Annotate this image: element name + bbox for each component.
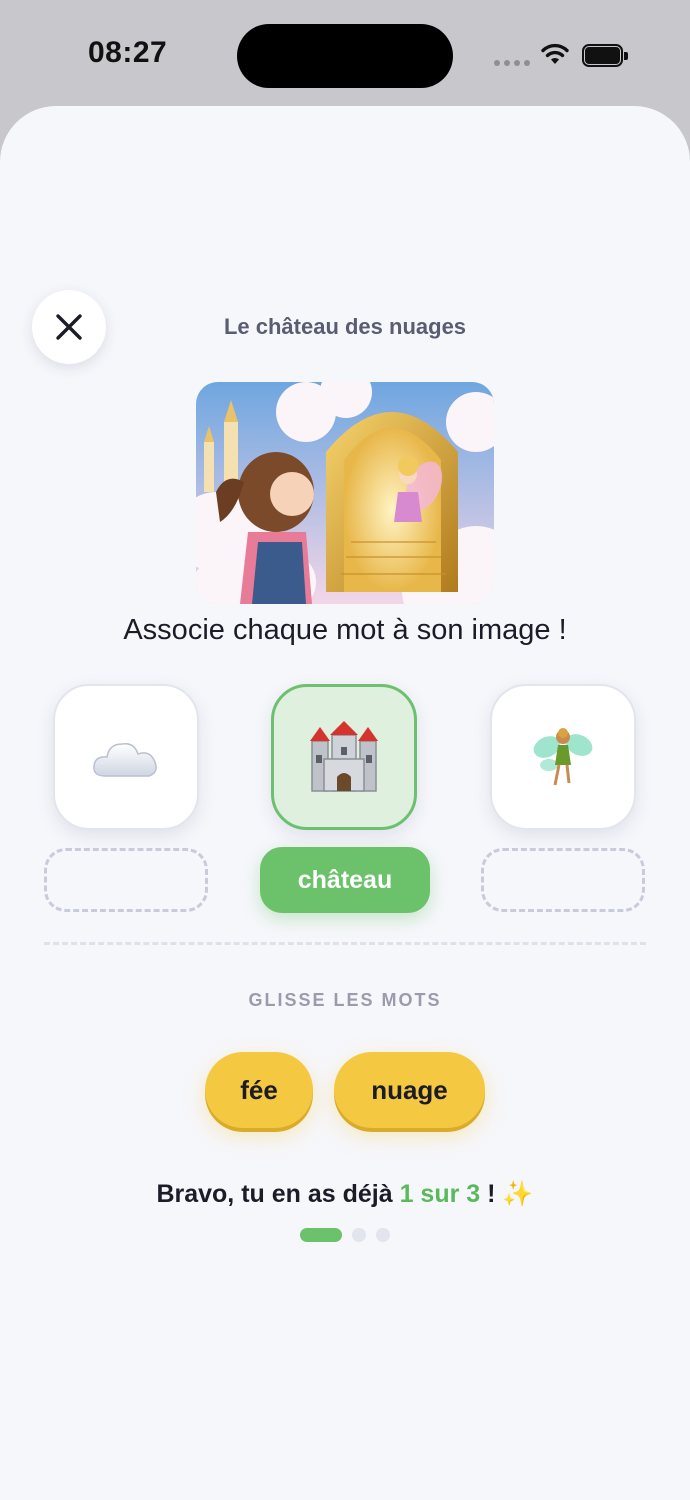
picture-card-cloud[interactable] [53,684,199,830]
sparkles-icon: ✨ [502,1180,534,1208]
drop-slot-cloud[interactable] [44,848,208,912]
feedback-score: 1 sur 3 [399,1180,481,1208]
feedback-text: Bravo, tu en as déjà 1 sur 3 ! ✨ [0,1180,690,1209]
castle-icon [310,721,378,792]
word-bank-label: GLISSE LES MOTS [248,990,442,1010]
battery-icon [582,44,628,68]
word-chip-nuage[interactable]: nuage [334,1052,485,1128]
cloud-icon [93,742,157,777]
instruction-text: Associe chaque mot à son image ! [123,614,567,646]
picture-card-fairy[interactable] [490,684,636,830]
progress-dot [376,1228,390,1242]
divider [44,942,646,945]
wifi-icon [541,43,569,64]
progress-dot [352,1228,366,1242]
status-bar: 08:27 [0,0,690,105]
drop-slot-fairy[interactable] [481,848,645,912]
story-illustration [196,382,494,604]
placed-word-chip-castle[interactable]: château [260,847,430,913]
feedback-suffix: ! [480,1180,503,1208]
word-chip-fee[interactable]: fée [205,1052,313,1128]
story-title: Le château des nuages [223,314,467,339]
dynamic-island [237,24,453,88]
progress-dot-active [300,1228,342,1242]
progress-dots [300,1228,390,1242]
status-time: 08:27 [88,36,168,69]
feedback-prefix: Bravo, tu en as déjà [156,1180,400,1208]
fairy-icon [533,728,593,786]
picture-card-castle[interactable] [271,684,417,830]
activity-sheet: Le château des nuages Associe chaque mot… [0,106,690,1500]
cellular-signal-icon [494,60,530,66]
